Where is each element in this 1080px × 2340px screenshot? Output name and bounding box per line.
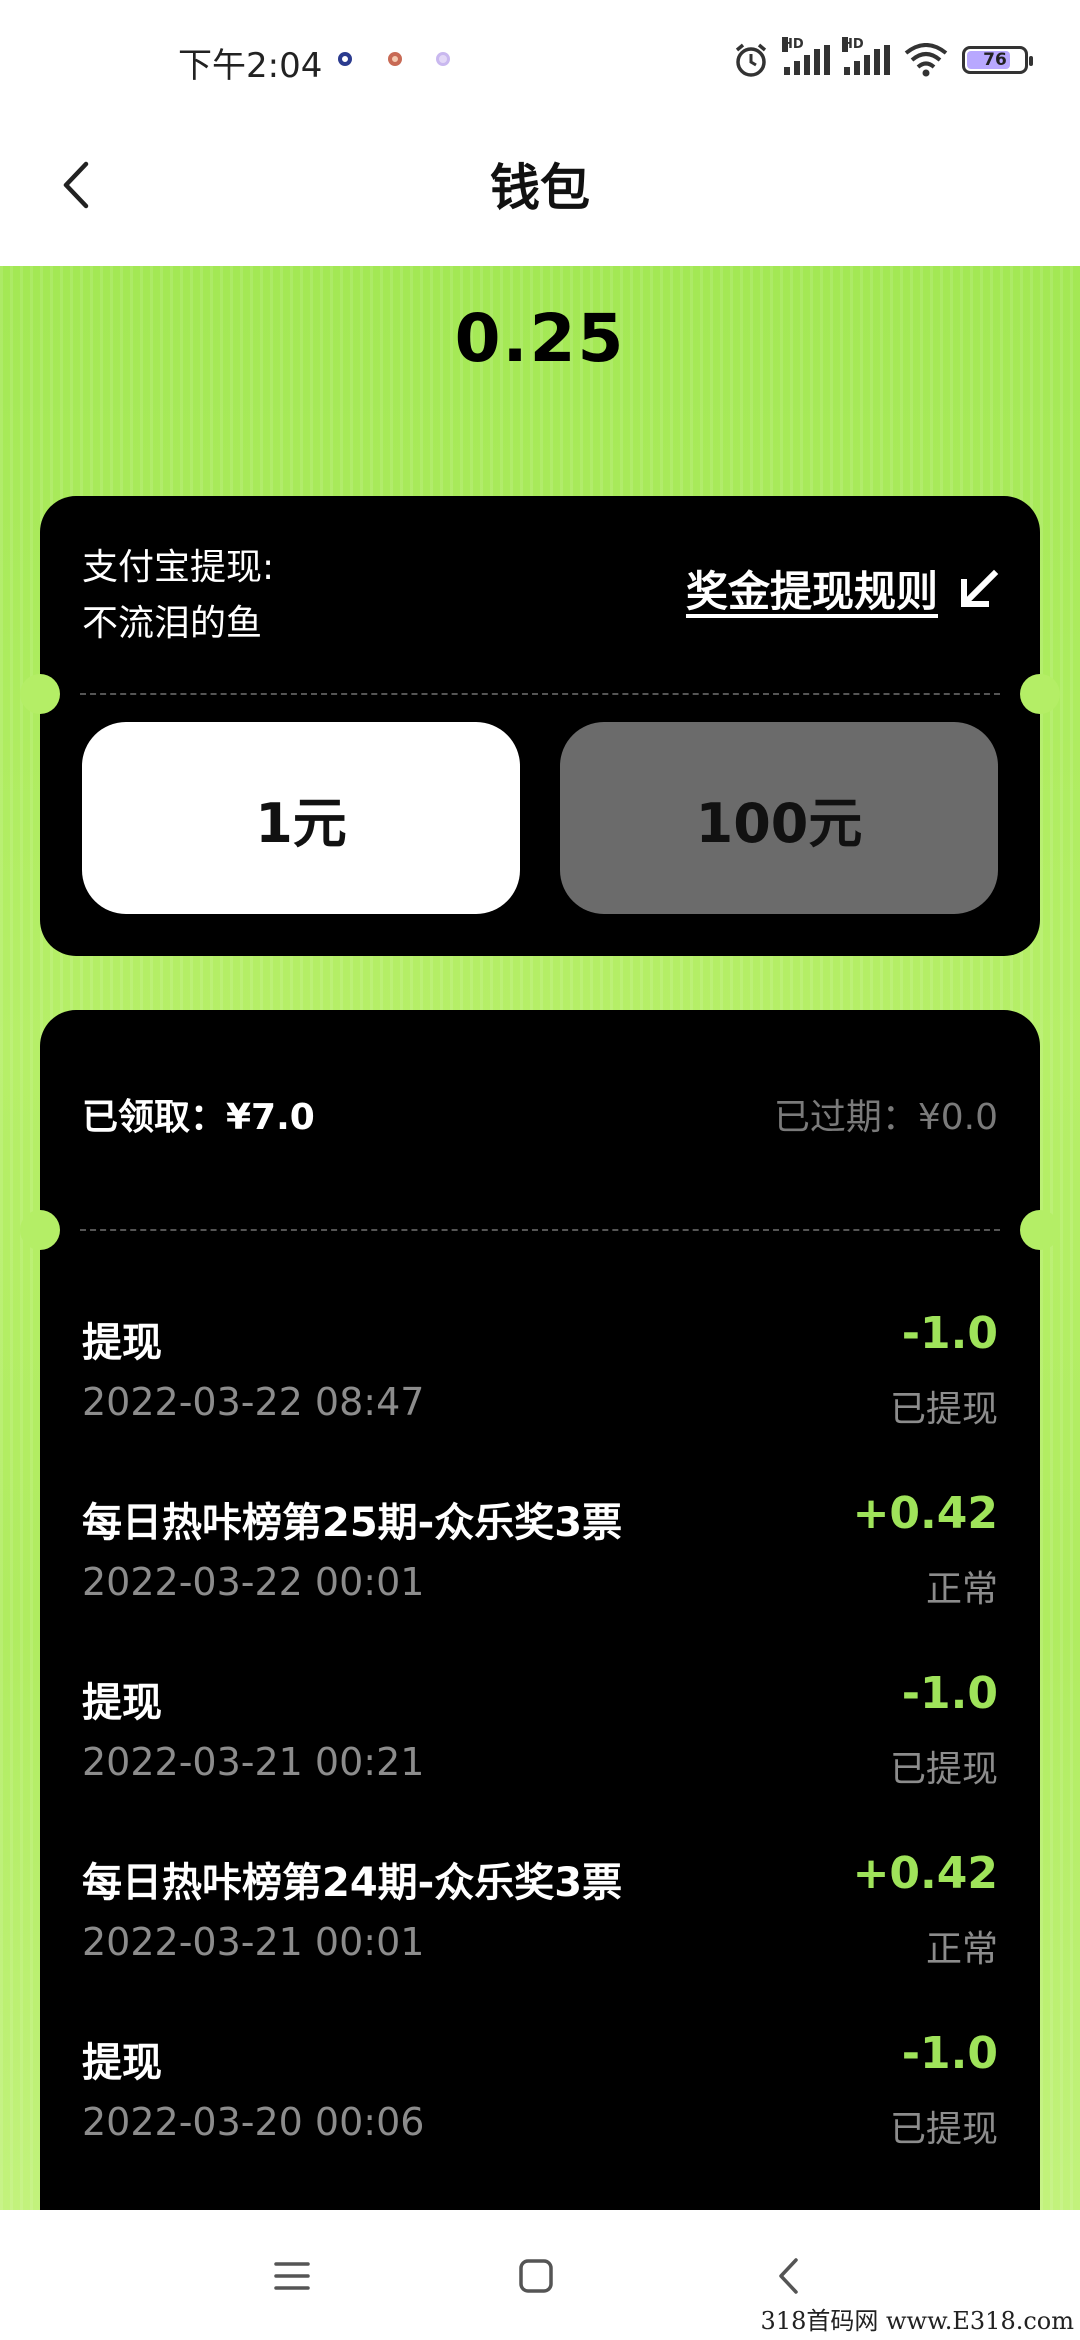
menu-button[interactable]: [262, 2246, 322, 2306]
withdraw-rules-link[interactable]: 奖金提现规则: [686, 558, 1000, 619]
records-card: 已领取：¥7.0 已过期：¥0.0 提现 2022-03-22 08:47 -1…: [20, 1010, 1060, 2240]
arrow-down-left-icon: [961, 569, 999, 607]
record-date: 2022-03-20 00:06: [82, 2100, 425, 2144]
header: 钱包: [0, 120, 1080, 266]
record-amount: -1.0: [901, 2028, 998, 2079]
alipay-account: 支付宝提现: 不流泪的鱼: [82, 540, 274, 652]
record-amount: +0.42: [852, 1848, 998, 1899]
record-amount: -1.0: [901, 1308, 998, 1359]
home-button[interactable]: [506, 2246, 566, 2306]
records-list: 提现 2022-03-22 08:47 -1.0 已提现 每日热咔榜第25期-众…: [82, 1308, 998, 2210]
record-title: 每日热咔榜第25期-众乐奖3票: [82, 1500, 623, 1546]
record-title: 每日热咔榜第24期-众乐奖3票: [82, 1860, 623, 1906]
expired-total: 已过期：¥0.0: [773, 1097, 998, 1138]
system-nav-bar: 318首码网 www.E318.com: [0, 2210, 1080, 2340]
battery-icon: 76: [962, 46, 1033, 74]
ticket-notch: [20, 1210, 60, 1250]
list-item[interactable]: 提现 2022-03-22 08:47 -1.0 已提现: [82, 1308, 998, 1490]
home-square-icon: [519, 2259, 553, 2293]
ticket-notch: [1020, 674, 1060, 714]
page-title: 钱包: [490, 159, 590, 217]
battery-level: 76: [983, 50, 1007, 70]
alarm-icon: [735, 43, 767, 77]
record-status: 已提现: [889, 1749, 998, 1790]
notification-icon: [338, 52, 352, 66]
wifi-icon: [904, 43, 948, 77]
nav-back-button[interactable]: [758, 2246, 818, 2306]
record-title: 提现: [82, 1320, 162, 1366]
hd-label: HD: [842, 37, 864, 52]
list-item[interactable]: 提现 2022-03-21 00:21 -1.0 已提现: [82, 1668, 998, 1850]
record-amount: -1.0: [901, 1668, 998, 1719]
back-icon: [779, 2258, 798, 2294]
alipay-label: 支付宝提现:: [82, 547, 275, 588]
ticket-notch: [1020, 1210, 1060, 1250]
withdraw-card: 支付宝提现: 不流泪的鱼 奖金提现规则 1元 100元: [20, 496, 1060, 956]
record-date: 2022-03-22 00:01: [82, 1560, 425, 1604]
record-amount: +0.42: [852, 1488, 998, 1539]
hd-label: HD: [782, 37, 804, 52]
list-item[interactable]: 每日热咔榜第25期-众乐奖3票 2022-03-22 00:01 +0.42 正…: [82, 1488, 998, 1670]
divider: [80, 693, 1000, 695]
signal-icon: HD: [782, 37, 830, 75]
claimed-total: 已领取：¥7.0: [82, 1097, 315, 1138]
list-item[interactable]: 提现 2022-03-20 00:06 -1.0 已提现: [82, 2028, 998, 2210]
record-date: 2022-03-22 08:47: [82, 1380, 425, 1424]
wallet-balance: 0.25: [454, 300, 626, 377]
alipay-nickname: 不流泪的鱼: [82, 603, 263, 644]
ticket-notch: [20, 674, 60, 714]
status-bar: 下午2:04 HD HD 76: [0, 0, 1080, 120]
record-title: 提现: [82, 1680, 162, 1726]
divider: [80, 1229, 1000, 1231]
notification-icon: [436, 52, 450, 66]
watermark: 318首码网 www.E318.com: [760, 2307, 1074, 2335]
record-status: 已提现: [889, 1389, 998, 1430]
status-icons: HD HD 76: [732, 37, 1033, 80]
record-status: 正常: [925, 1929, 998, 1970]
withdraw-option-1-yuan[interactable]: 1元: [82, 722, 520, 914]
withdraw-option-100-yuan[interactable]: 100元: [560, 722, 998, 914]
record-status: 已提现: [889, 2109, 998, 2150]
record-title: 提现: [82, 2040, 162, 2086]
menu-icon: [274, 2262, 310, 2290]
record-date: 2022-03-21 00:01: [82, 1920, 425, 1964]
record-date: 2022-03-21 00:21: [82, 1740, 425, 1784]
list-item[interactable]: 每日热咔榜第24期-众乐奖3票 2022-03-21 00:01 +0.42 正…: [82, 1848, 998, 2030]
signal-icon: HD: [842, 37, 890, 75]
notification-icon: [388, 52, 402, 66]
record-status: 正常: [925, 1569, 998, 1610]
status-time: 下午2:04: [178, 46, 323, 86]
withdraw-rules-label: 奖金提现规则: [685, 567, 938, 616]
